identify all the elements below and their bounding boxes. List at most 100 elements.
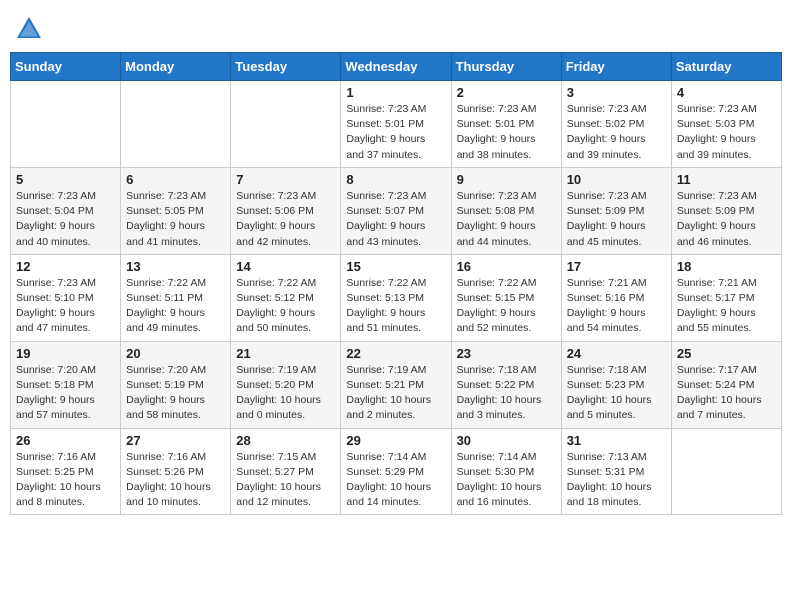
calendar-cell: 13 Sunrise: 7:22 AM Sunset: 5:11 PM Dayli… xyxy=(121,254,231,341)
day-info: Sunrise: 7:23 AM Sunset: 5:05 PM Dayligh… xyxy=(126,189,225,250)
day-number: 20 xyxy=(126,346,225,361)
day-number: 17 xyxy=(567,259,666,274)
day-info: Sunrise: 7:15 AM Sunset: 5:27 PM Dayligh… xyxy=(236,450,335,511)
day-info: Sunrise: 7:23 AM Sunset: 5:01 PM Dayligh… xyxy=(346,102,445,163)
calendar-cell: 20 Sunrise: 7:20 AM Sunset: 5:19 PM Dayli… xyxy=(121,341,231,428)
day-number: 26 xyxy=(16,433,115,448)
calendar-cell xyxy=(11,81,121,168)
day-number: 7 xyxy=(236,172,335,187)
day-info: Sunrise: 7:18 AM Sunset: 5:22 PM Dayligh… xyxy=(457,363,556,424)
day-info: Sunrise: 7:19 AM Sunset: 5:20 PM Dayligh… xyxy=(236,363,335,424)
day-number: 6 xyxy=(126,172,225,187)
day-info: Sunrise: 7:21 AM Sunset: 5:17 PM Dayligh… xyxy=(677,276,776,337)
calendar-cell xyxy=(671,428,781,515)
calendar-cell: 2Sunrise: 7:23 AM Sunset: 5:01 PM Daylig… xyxy=(451,81,561,168)
day-number: 1 xyxy=(346,85,445,100)
logo xyxy=(14,14,48,44)
calendar-cell: 3 Sunrise: 7:23 AM Sunset: 5:02 PM Daylig… xyxy=(561,81,671,168)
day-info: Sunrise: 7:23 AM Sunset: 5:06 PM Dayligh… xyxy=(236,189,335,250)
calendar-cell: 7 Sunrise: 7:23 AM Sunset: 5:06 PM Daylig… xyxy=(231,167,341,254)
calendar-cell: 5 Sunrise: 7:23 AM Sunset: 5:04 PM Daylig… xyxy=(11,167,121,254)
day-number: 19 xyxy=(16,346,115,361)
calendar-cell: 9 Sunrise: 7:23 AM Sunset: 5:08 PM Daylig… xyxy=(451,167,561,254)
day-number: 9 xyxy=(457,172,556,187)
day-number: 15 xyxy=(346,259,445,274)
day-number: 31 xyxy=(567,433,666,448)
day-info: Sunrise: 7:22 AM Sunset: 5:15 PM Dayligh… xyxy=(457,276,556,337)
day-number: 16 xyxy=(457,259,556,274)
calendar-cell: 28Sunrise: 7:15 AM Sunset: 5:27 PM Dayli… xyxy=(231,428,341,515)
day-number: 18 xyxy=(677,259,776,274)
day-number: 13 xyxy=(126,259,225,274)
calendar-week-row: 1 Sunrise: 7:23 AM Sunset: 5:01 PM Daylig… xyxy=(11,81,782,168)
calendar-cell: 16 Sunrise: 7:22 AM Sunset: 5:15 PM Dayli… xyxy=(451,254,561,341)
day-number: 14 xyxy=(236,259,335,274)
day-info: Sunrise: 7:23 AM Sunset: 5:03 PM Dayligh… xyxy=(677,102,776,163)
day-number: 29 xyxy=(346,433,445,448)
calendar-cell: 26 Sunrise: 7:16 AM Sunset: 5:25 PM Dayli… xyxy=(11,428,121,515)
calendar-cell: 6 Sunrise: 7:23 AM Sunset: 5:05 PM Daylig… xyxy=(121,167,231,254)
calendar-cell: 27 Sunrise: 7:16 AM Sunset: 5:26 PM Dayli… xyxy=(121,428,231,515)
day-info: Sunrise: 7:18 AM Sunset: 5:23 PM Dayligh… xyxy=(567,363,666,424)
day-number: 24 xyxy=(567,346,666,361)
day-number: 22 xyxy=(346,346,445,361)
day-info: Sunrise: 7:23 AM Sunset: 5:09 PM Dayligh… xyxy=(567,189,666,250)
weekday-header-sunday: Sunday xyxy=(11,53,121,81)
day-number: 5 xyxy=(16,172,115,187)
day-number: 4 xyxy=(677,85,776,100)
day-number: 10 xyxy=(567,172,666,187)
day-info: Sunrise: 7:23 AM Sunset: 5:02 PM Dayligh… xyxy=(567,102,666,163)
day-info: Sunrise: 7:23 AM Sunset: 5:01 PM Dayligh… xyxy=(457,102,556,163)
calendar-cell: 17 Sunrise: 7:21 AM Sunset: 5:16 PM Dayli… xyxy=(561,254,671,341)
day-info: Sunrise: 7:14 AM Sunset: 5:29 PM Dayligh… xyxy=(346,450,445,511)
calendar-cell: 23 Sunrise: 7:18 AM Sunset: 5:22 PM Dayli… xyxy=(451,341,561,428)
weekday-header-saturday: Saturday xyxy=(671,53,781,81)
day-info: Sunrise: 7:23 AM Sunset: 5:04 PM Dayligh… xyxy=(16,189,115,250)
calendar-cell: 25 Sunrise: 7:17 AM Sunset: 5:24 PM Dayli… xyxy=(671,341,781,428)
weekday-header-monday: Monday xyxy=(121,53,231,81)
day-info: Sunrise: 7:22 AM Sunset: 5:12 PM Dayligh… xyxy=(236,276,335,337)
day-number: 27 xyxy=(126,433,225,448)
page-header xyxy=(10,10,782,44)
calendar-week-row: 5 Sunrise: 7:23 AM Sunset: 5:04 PM Daylig… xyxy=(11,167,782,254)
day-info: Sunrise: 7:22 AM Sunset: 5:13 PM Dayligh… xyxy=(346,276,445,337)
calendar-cell: 18 Sunrise: 7:21 AM Sunset: 5:17 PM Dayli… xyxy=(671,254,781,341)
day-info: Sunrise: 7:23 AM Sunset: 5:07 PM Dayligh… xyxy=(346,189,445,250)
calendar-cell: 22 Sunrise: 7:19 AM Sunset: 5:21 PM Dayli… xyxy=(341,341,451,428)
calendar-cell: 15 Sunrise: 7:22 AM Sunset: 5:13 PM Dayli… xyxy=(341,254,451,341)
day-info: Sunrise: 7:21 AM Sunset: 5:16 PM Dayligh… xyxy=(567,276,666,337)
calendar-cell: 1 Sunrise: 7:23 AM Sunset: 5:01 PM Daylig… xyxy=(341,81,451,168)
calendar-cell xyxy=(231,81,341,168)
day-number: 30 xyxy=(457,433,556,448)
day-info: Sunrise: 7:17 AM Sunset: 5:24 PM Dayligh… xyxy=(677,363,776,424)
calendar-cell: 14 Sunrise: 7:22 AM Sunset: 5:12 PM Dayli… xyxy=(231,254,341,341)
day-info: Sunrise: 7:20 AM Sunset: 5:19 PM Dayligh… xyxy=(126,363,225,424)
calendar-cell: 11Sunrise: 7:23 AM Sunset: 5:09 PM Dayli… xyxy=(671,167,781,254)
logo-icon xyxy=(14,14,44,44)
day-number: 12 xyxy=(16,259,115,274)
calendar-cell: 21 Sunrise: 7:19 AM Sunset: 5:20 PM Dayli… xyxy=(231,341,341,428)
calendar-cell: 19 Sunrise: 7:20 AM Sunset: 5:18 PM Dayli… xyxy=(11,341,121,428)
calendar-cell: 30 Sunrise: 7:14 AM Sunset: 5:30 PM Dayli… xyxy=(451,428,561,515)
day-info: Sunrise: 7:14 AM Sunset: 5:30 PM Dayligh… xyxy=(457,450,556,511)
day-number: 8 xyxy=(346,172,445,187)
day-info: Sunrise: 7:22 AM Sunset: 5:11 PM Dayligh… xyxy=(126,276,225,337)
day-number: 25 xyxy=(677,346,776,361)
day-info: Sunrise: 7:23 AM Sunset: 5:08 PM Dayligh… xyxy=(457,189,556,250)
calendar-cell xyxy=(121,81,231,168)
day-info: Sunrise: 7:16 AM Sunset: 5:26 PM Dayligh… xyxy=(126,450,225,511)
day-number: 23 xyxy=(457,346,556,361)
day-info: Sunrise: 7:20 AM Sunset: 5:18 PM Dayligh… xyxy=(16,363,115,424)
day-info: Sunrise: 7:19 AM Sunset: 5:21 PM Dayligh… xyxy=(346,363,445,424)
day-number: 3 xyxy=(567,85,666,100)
calendar-cell: 12 Sunrise: 7:23 AM Sunset: 5:10 PM Dayli… xyxy=(11,254,121,341)
calendar-cell: 29 Sunrise: 7:14 AM Sunset: 5:29 PM Dayli… xyxy=(341,428,451,515)
weekday-header-thursday: Thursday xyxy=(451,53,561,81)
weekday-header-wednesday: Wednesday xyxy=(341,53,451,81)
day-info: Sunrise: 7:23 AM Sunset: 5:10 PM Dayligh… xyxy=(16,276,115,337)
day-info: Sunrise: 7:23 AM Sunset: 5:09 PM Dayligh… xyxy=(677,189,776,250)
calendar-cell: 8 Sunrise: 7:23 AM Sunset: 5:07 PM Daylig… xyxy=(341,167,451,254)
day-info: Sunrise: 7:13 AM Sunset: 5:31 PM Dayligh… xyxy=(567,450,666,511)
day-info: Sunrise: 7:16 AM Sunset: 5:25 PM Dayligh… xyxy=(16,450,115,511)
day-number: 21 xyxy=(236,346,335,361)
